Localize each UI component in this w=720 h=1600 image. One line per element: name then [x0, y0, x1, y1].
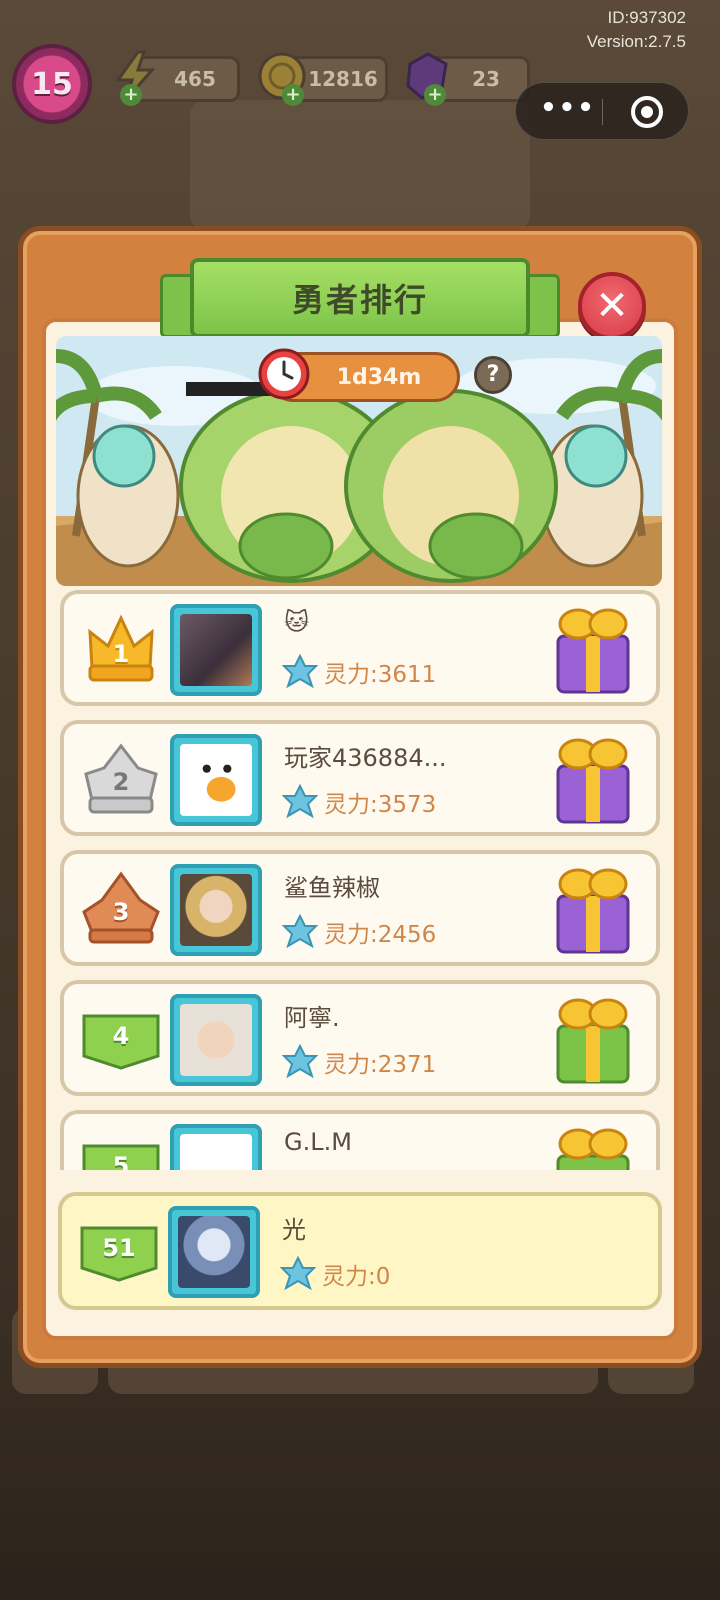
self-rank-number: 51 — [102, 1234, 136, 1262]
rank-number: 1 — [112, 640, 130, 668]
background-shop-building — [190, 100, 530, 230]
coin-value: 12816 — [308, 67, 378, 91]
power-info: 灵力:3611 — [282, 654, 436, 690]
purple-gift-icon[interactable] — [552, 732, 634, 828]
timer-text: 1d34m — [336, 364, 422, 390]
self-ranking-row: 51 光 灵力:0 — [58, 1192, 662, 1310]
player-name: 🐱 — [284, 608, 310, 636]
level-badge[interactable]: 15 — [12, 44, 92, 124]
title-ribbon: 勇者排行 — [190, 258, 530, 338]
star-icon — [282, 914, 318, 949]
rank-number: 5 — [112, 1152, 130, 1170]
level-number: 15 — [31, 66, 73, 102]
ranking-list[interactable]: 1 🐱 灵力:3611 2 玩家436884... 灵力:3573 3 鲨鱼辣椒… — [56, 590, 664, 1170]
power-value: 灵力:2371 — [324, 1052, 437, 1078]
system-info: ID:937302 Version:2.7.5 — [587, 6, 686, 54]
avatar[interactable] — [170, 994, 262, 1086]
version-text: Version:2.7.5 — [586, 32, 686, 51]
avatar[interactable] — [170, 734, 262, 826]
player-name: 鲨鱼辣椒 — [284, 874, 380, 902]
avatar-photo — [180, 614, 252, 686]
star-icon — [280, 1256, 316, 1291]
ranking-row[interactable]: 4 阿寧. 灵力:2371 — [60, 980, 660, 1096]
green-gift-icon[interactable] — [552, 992, 634, 1088]
clock-icon — [258, 348, 310, 400]
purple-gift-icon[interactable] — [552, 602, 634, 698]
close-miniprogram-icon[interactable] — [631, 96, 663, 128]
self-avatar-photo — [178, 1216, 250, 1288]
purple-gift-icon[interactable] — [552, 862, 634, 958]
power-value: 灵力:3573 — [324, 792, 437, 818]
star-icon — [282, 654, 318, 689]
green-gift-icon[interactable] — [552, 1122, 634, 1170]
help-button[interactable]: ? — [474, 356, 512, 394]
green-rank-badge: 51 — [80, 1210, 158, 1290]
avatar-photo — [180, 1004, 252, 1076]
self-avatar[interactable] — [168, 1206, 260, 1298]
green-rank-badge: 4 — [82, 998, 160, 1078]
rank-number: 2 — [112, 768, 130, 796]
more-menu-button[interactable]: ••• — [538, 83, 598, 139]
coin-plus-icon[interactable]: + — [282, 84, 304, 106]
user-id-text: ID:937302 — [607, 8, 686, 27]
avatar-photo — [180, 874, 252, 946]
close-button[interactable]: ✕ — [578, 272, 646, 340]
self-player-name: 光 — [282, 1216, 306, 1244]
self-power-info: 灵力:0 — [280, 1256, 390, 1292]
ranking-row[interactable]: 3 鲨鱼辣椒 灵力:2456 — [60, 850, 660, 966]
rank-number: 4 — [112, 1022, 130, 1050]
bronze-crown-badge: 3 — [82, 868, 160, 948]
power-info: 灵力:2456 — [282, 914, 436, 950]
close-icon: ✕ — [595, 283, 629, 329]
ranking-row[interactable]: 5 G.L.M — [60, 1110, 660, 1170]
star-icon — [282, 784, 318, 819]
gem-plus-icon[interactable]: + — [424, 84, 446, 106]
green-rank-badge: 5 — [82, 1128, 160, 1170]
capsule-divider — [602, 99, 603, 125]
power-info: 灵力:3573 — [282, 784, 436, 820]
energy-plus-icon[interactable]: + — [120, 84, 142, 106]
self-row-card[interactable]: 51 光 灵力:0 — [58, 1192, 662, 1310]
ranking-row[interactable]: 1 🐱 灵力:3611 — [60, 590, 660, 706]
star-icon — [282, 1044, 318, 1079]
player-name: 阿寧. — [284, 1004, 340, 1032]
avatar-photo — [180, 744, 252, 816]
gem-value: 23 — [472, 67, 500, 91]
player-name: 玩家436884... — [284, 744, 447, 772]
avatar[interactable] — [170, 1124, 262, 1170]
power-info: 灵力:2371 — [282, 1044, 436, 1080]
player-name: G.L.M — [284, 1128, 352, 1156]
rank-number: 3 — [112, 898, 130, 926]
self-power-value: 灵力:0 — [322, 1264, 391, 1290]
silver-crown-badge: 2 — [82, 738, 160, 818]
ranking-row[interactable]: 2 玩家436884... 灵力:3573 — [60, 720, 660, 836]
avatar[interactable] — [170, 864, 262, 956]
energy-value: 465 — [174, 67, 216, 91]
avatar-photo — [180, 1134, 252, 1170]
power-value: 灵力:2456 — [324, 922, 437, 948]
dialog-title: 勇者排行 — [291, 281, 428, 319]
power-value: 灵力:3611 — [324, 662, 437, 688]
miniprogram-capsule: ••• — [515, 82, 689, 140]
gold-crown-badge: 1 — [82, 608, 160, 688]
avatar[interactable] — [170, 604, 262, 696]
